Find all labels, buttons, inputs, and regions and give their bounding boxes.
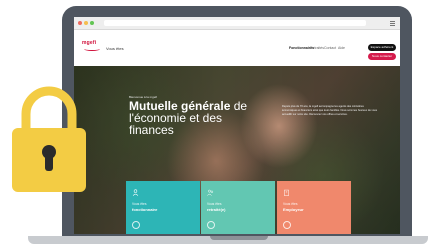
site-logo[interactable]: mgefi bbox=[82, 40, 104, 54]
laptop-screen: mgefi Vous êtes Fonctionnaires Retraités… bbox=[74, 17, 400, 234]
card-retraite[interactable]: Vous êtes retraité(e) bbox=[201, 181, 275, 234]
card-small-text: Vous êtes bbox=[207, 202, 222, 206]
card-title: Employeur bbox=[283, 207, 304, 212]
close-window-dot[interactable] bbox=[78, 21, 82, 25]
person-icon bbox=[132, 189, 139, 196]
site-header: mgefi Vous êtes Fonctionnaires Retraités… bbox=[74, 30, 400, 66]
card-title: retraité(e) bbox=[207, 207, 226, 212]
account-button[interactable]: Espace adhérent bbox=[368, 44, 396, 51]
card-small-text: Vous êtes bbox=[283, 202, 298, 206]
card-fonctionnaire[interactable]: Vous êtes fonctionnaire bbox=[126, 181, 200, 234]
laptop-notch bbox=[210, 236, 268, 240]
logo-text: mgefi bbox=[82, 40, 97, 46]
browser-toolbar bbox=[74, 17, 400, 30]
address-bar[interactable] bbox=[104, 20, 366, 26]
arrow-circle-icon bbox=[207, 221, 215, 229]
minimize-window-dot[interactable] bbox=[84, 21, 88, 25]
hero-title: Mutuelle générale de l'économie et des f… bbox=[129, 100, 269, 136]
family-icon bbox=[207, 189, 214, 196]
building-icon bbox=[283, 189, 290, 196]
arrow-circle-icon bbox=[132, 221, 140, 229]
arrow-circle-icon bbox=[283, 221, 291, 229]
join-button[interactable]: Nous contacter bbox=[368, 53, 396, 60]
nav-item-retraites[interactable]: Retraités bbox=[310, 46, 324, 50]
padlock-icon bbox=[10, 82, 88, 194]
nav-item-contact[interactable]: Contact bbox=[324, 46, 336, 50]
hero-description: Depuis plus de 70 ans, la mgefi accompag… bbox=[282, 105, 378, 116]
menu-icon[interactable] bbox=[390, 21, 395, 26]
header-slogan: Vous êtes bbox=[106, 46, 124, 51]
logo-swoosh-icon bbox=[84, 47, 100, 51]
card-small-text: Vous êtes bbox=[132, 202, 147, 206]
hero-banner: Bienvenue à la mgefi Mutuelle générale d… bbox=[74, 66, 400, 234]
card-employeur[interactable]: Vous êtes Employeur bbox=[277, 181, 351, 234]
card-title: fonctionnaire bbox=[132, 207, 158, 212]
nav-item-aide[interactable]: Aide bbox=[338, 46, 345, 50]
maximize-window-dot[interactable] bbox=[90, 21, 94, 25]
